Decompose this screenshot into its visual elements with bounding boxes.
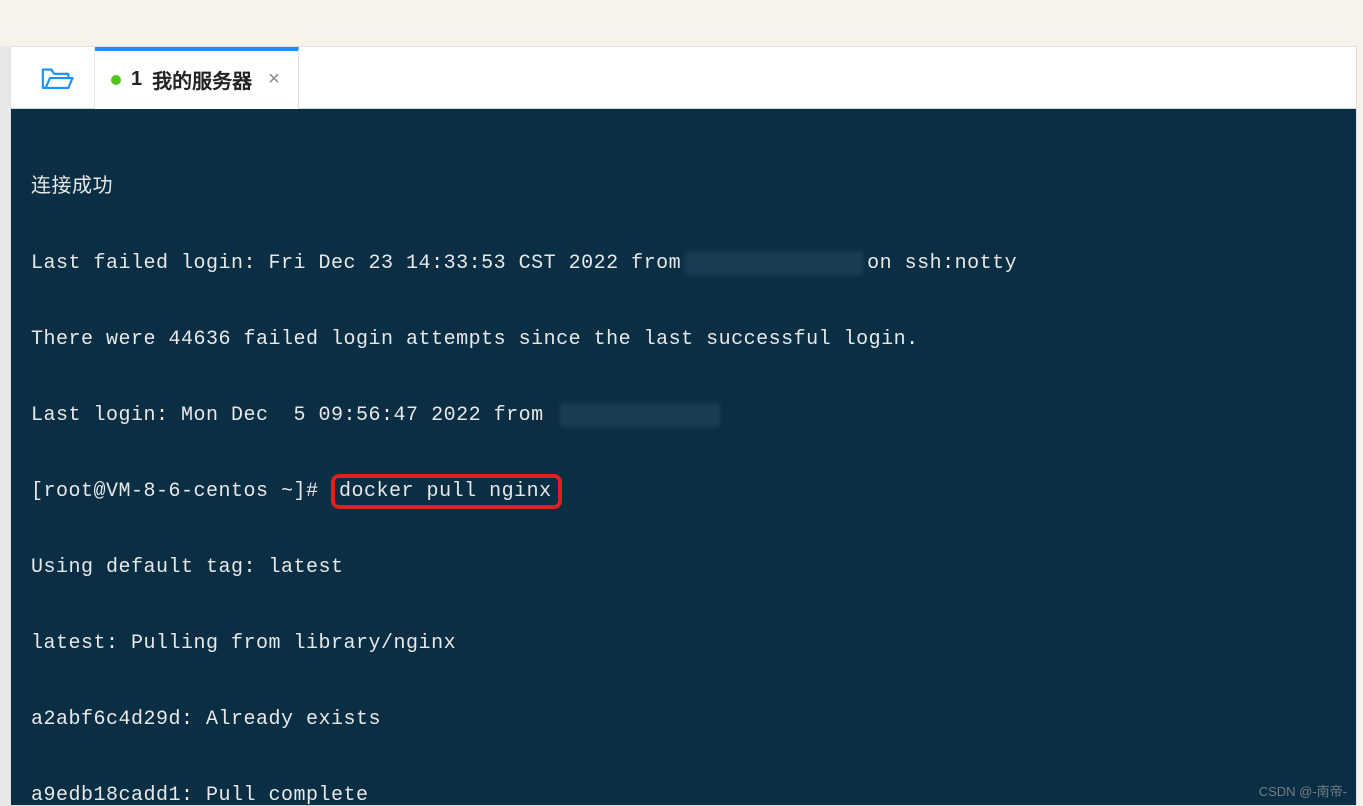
connection-status-dot-icon	[111, 75, 121, 85]
redacted-ip-icon	[560, 403, 720, 427]
open-folder-button[interactable]	[19, 47, 95, 109]
last-login-line: Last login: Mon Dec 5 09:56:47 2022 from	[31, 397, 1336, 435]
watermark: CSDN @-南帝-	[1259, 781, 1347, 800]
output-line: a9edb18cadd1: Pull complete	[31, 777, 1336, 805]
output-line: latest: Pulling from library/nginx	[31, 625, 1336, 663]
command-line: [root@VM-8-6-centos ~]# docker pull ngin…	[31, 473, 1336, 511]
output-line: Using default tag: latest	[31, 549, 1336, 587]
connected-message: 连接成功	[31, 169, 1336, 207]
terminal-app-window: 1 我的服务器 × 连接成功 Last failed login: Fri De…	[10, 46, 1357, 806]
last-failed-login-line: Last failed login: Fri Dec 23 14:33:53 C…	[31, 245, 1336, 283]
folder-open-icon	[40, 65, 74, 91]
top-banner-area	[0, 0, 1363, 46]
tab-bar: 1 我的服务器 ×	[11, 47, 1356, 109]
close-tab-button[interactable]: ×	[268, 68, 280, 91]
output-line: a2abf6c4d29d: Already exists	[31, 701, 1336, 739]
prompt: [root@VM-8-6-centos ~]#	[31, 480, 331, 503]
failed-attempts-line: There were 44636 failed login attempts s…	[31, 321, 1336, 359]
redacted-ip-icon	[685, 251, 863, 275]
tab-title: 我的服务器	[152, 65, 252, 94]
tab-server-1[interactable]: 1 我的服务器 ×	[95, 47, 299, 109]
terminal-output[interactable]: 连接成功 Last failed login: Fri Dec 23 14:33…	[11, 109, 1356, 805]
highlighted-command: docker pull nginx	[331, 474, 562, 509]
tab-number: 1	[131, 68, 142, 91]
left-gutter	[0, 46, 10, 806]
